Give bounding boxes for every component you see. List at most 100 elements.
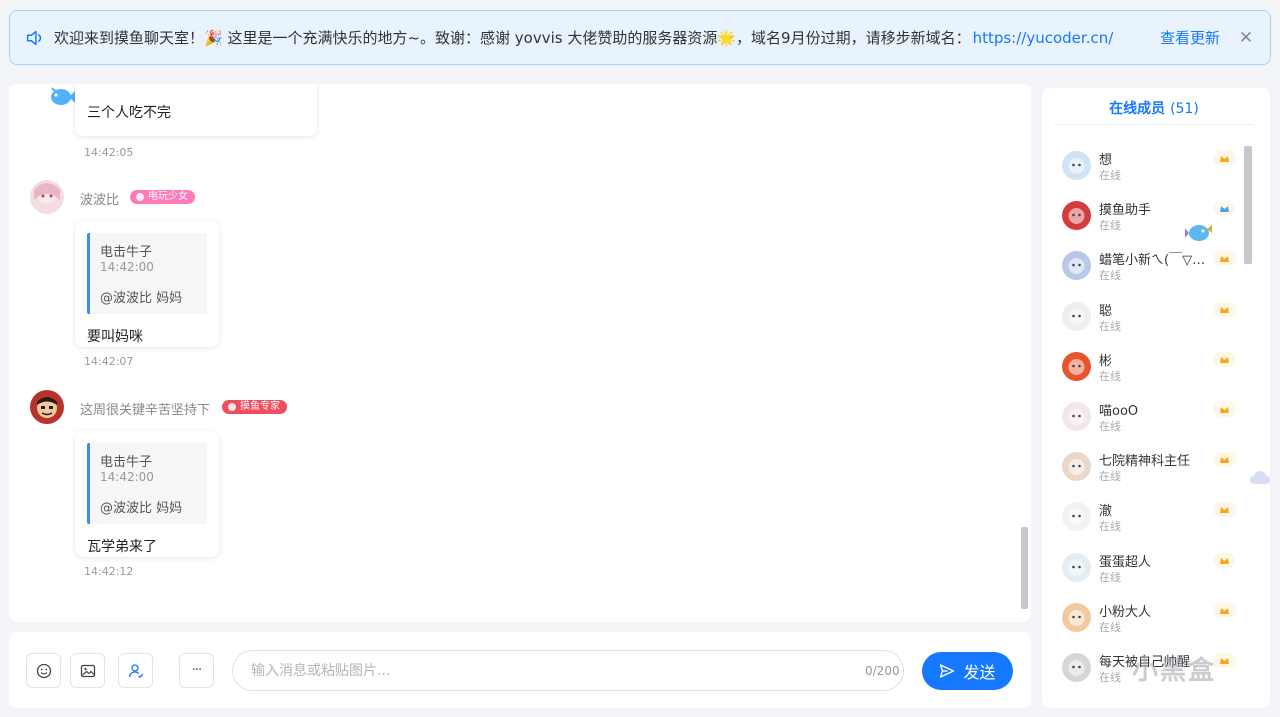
send-icon <box>940 664 955 678</box>
member-status: 在线 <box>1099 620 1121 634</box>
avatar[interactable] <box>1062 502 1091 532</box>
member-item[interactable]: 想在线 <box>1062 145 1242 185</box>
username: 这周很关键辛苦坚持下 <box>80 403 211 418</box>
cloud-icon <box>1250 471 1270 484</box>
level-icon <box>1213 653 1236 668</box>
message-bubble: 电击牛子14:42:00 @波波比 妈妈 瓦学弟来了 <box>75 431 219 557</box>
new-domain-link[interactable]: https://yucoder.cn/ <box>973 29 1114 47</box>
close-icon[interactable]: ✕ <box>1236 28 1256 48</box>
badge-icon <box>136 193 144 201</box>
level-icon <box>1213 301 1236 317</box>
member-status: 在线 <box>1099 319 1121 333</box>
chat-scrollbar-thumb[interactable] <box>1021 527 1028 609</box>
speaker-icon <box>26 30 42 45</box>
quote-text: @波波比 妈妈 <box>100 291 183 306</box>
message-text: 要叫妈咪 <box>87 329 143 345</box>
send-button[interactable]: 发送 <box>922 652 1013 690</box>
member-item[interactable]: 蜡笔小新ㄟ(￣▽￣ㄟ)在线 <box>1062 245 1242 285</box>
level-icon <box>1213 502 1236 518</box>
badge-icon <box>228 403 236 411</box>
members-title-label: 在线成员 <box>1109 101 1166 117</box>
level-icon <box>1213 251 1236 267</box>
members-title: 在线成员 (51) <box>1054 88 1254 125</box>
message-text: 瓦学弟来了 <box>87 539 157 555</box>
message-time: 14:42:05 <box>84 146 134 159</box>
member-status: 在线 <box>1099 520 1121 534</box>
message-time: 14:42:07 <box>84 355 134 368</box>
avatar[interactable] <box>1062 301 1091 331</box>
level-icon <box>1213 151 1236 166</box>
member-item[interactable]: 小粉大人 在线 <box>1062 597 1242 637</box>
message-composer: ··· 0/200 发送 <box>9 632 1031 708</box>
member-status: 在线 <box>1099 420 1121 433</box>
announcement-message: 欢迎来到摸鱼聊天室！🎉 这里是一个充满快乐的地方~。致谢：感谢 yovvis 大… <box>54 29 971 47</box>
more-options-button[interactable]: ··· <box>179 653 214 688</box>
badge-label: 摸鱼专家 <box>240 401 280 412</box>
quote-author: 电击牛子 <box>100 455 153 470</box>
message-bubble: 三个人吃不完 <box>75 84 317 136</box>
mention-button[interactable] <box>118 653 153 688</box>
level-icon <box>1213 552 1236 568</box>
member-item[interactable]: 喵ooO 在线 <box>1062 396 1242 436</box>
level-icon <box>1213 452 1236 468</box>
member-scrollbar-thumb[interactable] <box>1244 146 1252 264</box>
avatar[interactable] <box>1062 201 1091 231</box>
member-item[interactable]: 七院精神科主任 在线 <box>1062 446 1242 486</box>
user-title-badge: 摸鱼专家 <box>222 400 287 414</box>
quote-header: 电击牛子14:42:00 <box>100 451 197 485</box>
member-item[interactable]: 彬在线 <box>1062 346 1242 386</box>
member-item[interactable]: 摸鱼助手 在线 <box>1062 195 1242 235</box>
avatar[interactable] <box>1062 402 1091 431</box>
quote-author: 电击牛子 <box>100 245 153 260</box>
quote-time: 14:42:00 <box>100 470 154 484</box>
member-name: 澈 <box>1099 504 1113 520</box>
fish-icon <box>51 87 76 105</box>
member-name: 喵ooO <box>1099 404 1139 419</box>
message-input[interactable] <box>232 650 904 691</box>
badge-label: 电玩少女 <box>148 191 188 202</box>
member-item[interactable]: 澈在线 <box>1062 496 1242 536</box>
avatar[interactable] <box>1062 653 1091 682</box>
emoji-icon <box>36 663 51 678</box>
avatar[interactable] <box>1062 351 1091 381</box>
avatar[interactable] <box>1062 452 1091 482</box>
quote-time: 14:42:00 <box>100 260 154 274</box>
fish-icon <box>1185 225 1212 241</box>
member-name: 蜡笔小新ㄟ(￣▽￣ㄟ) <box>1099 253 1207 269</box>
mention-icon <box>128 663 143 678</box>
quoted-message[interactable]: 电击牛子14:42:00 @波波比 妈妈 <box>87 443 207 524</box>
chat-message-list[interactable]: 三个人吃不完 14:42:05 波波比 电玩少女 电击牛子14:42:00 @波… <box>9 84 1031 622</box>
emoji-button[interactable] <box>26 653 61 688</box>
member-name: 七院精神科主任 <box>1099 454 1191 470</box>
member-status: 在线 <box>1099 470 1121 484</box>
user-title-badge: 电玩少女 <box>130 190 195 204</box>
level-icon <box>1213 201 1236 217</box>
member-status: 在线 <box>1099 671 1121 684</box>
quoted-message[interactable]: 电击牛子14:42:00 @波波比 妈妈 <box>87 233 207 314</box>
avatar[interactable] <box>30 180 64 214</box>
member-status: 在线 <box>1099 169 1121 182</box>
member-status: 在线 <box>1099 369 1121 383</box>
username: 波波比 <box>80 193 120 208</box>
member-name: 小粉大人 <box>1099 604 1152 620</box>
level-icon <box>1213 602 1236 618</box>
member-status: 在线 <box>1099 570 1121 584</box>
member-name: 想 <box>1099 153 1113 168</box>
message-time: 14:42:12 <box>84 565 134 578</box>
online-members-panel: 在线成员 (51) 想在线摸鱼助手在线蜡笔小新ㄟ(￣▽￣ㄟ)在线聪在线彬在线喵o… <box>1042 88 1270 708</box>
message-text: 三个人吃不完 <box>87 105 171 121</box>
member-item[interactable]: 聪在线 <box>1062 296 1242 336</box>
image-upload-button[interactable] <box>70 653 105 688</box>
avatar[interactable] <box>1062 602 1091 632</box>
avatar[interactable] <box>1062 251 1091 281</box>
member-status: 在线 <box>1099 269 1121 283</box>
member-status: 在线 <box>1099 219 1121 233</box>
announcement-bar: 欢迎来到摸鱼聊天室！🎉 这里是一个充满快乐的地方~。致谢：感谢 yovvis 大… <box>9 10 1271 65</box>
announcement-text: 欢迎来到摸鱼聊天室！🎉 这里是一个充满快乐的地方~。致谢：感谢 yovvis 大… <box>54 27 1134 48</box>
avatar[interactable] <box>30 390 64 424</box>
view-updates-link[interactable]: 查看更新 <box>1160 27 1220 48</box>
avatar[interactable] <box>1062 151 1091 180</box>
avatar[interactable] <box>1062 552 1091 582</box>
member-name: 蛋蛋超人 <box>1099 554 1152 570</box>
member-item[interactable]: 蛋蛋超人 在线 <box>1062 547 1242 587</box>
